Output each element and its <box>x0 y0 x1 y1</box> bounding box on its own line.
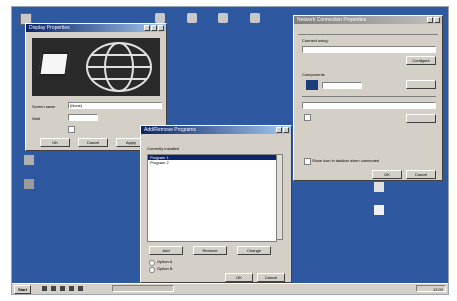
system-tray: 12:00 <box>416 285 446 292</box>
close-icon[interactable] <box>158 25 164 31</box>
ok-button[interactable]: OK <box>225 273 253 282</box>
close-icon[interactable] <box>434 17 440 23</box>
separator <box>302 96 436 97</box>
components-field[interactable] <box>322 82 362 89</box>
globe-icon <box>86 42 152 92</box>
label-wait: Wait <box>32 116 40 121</box>
quick-launch-icon-5[interactable] <box>78 286 83 291</box>
window-controls[interactable] <box>276 127 289 133</box>
window-title: Network Connection Properties <box>297 17 367 23</box>
ok-button[interactable]: OK <box>40 138 70 147</box>
configure-button[interactable]: Configure <box>406 56 436 65</box>
option-a-label: Option A <box>157 259 173 264</box>
window-controls[interactable] <box>427 17 440 23</box>
quick-launch-icon-2[interactable] <box>51 286 56 291</box>
window-title-bar[interactable]: Add/Remove Programs <box>141 126 291 134</box>
ok-button[interactable]: OK <box>372 170 402 179</box>
list-header: Currently installed <box>147 146 180 151</box>
quick-launch <box>42 286 98 292</box>
wait-field[interactable] <box>68 114 98 121</box>
window-title-bar[interactable]: Network Connection Properties <box>294 16 442 24</box>
label-screensaver: Screen saver <box>32 104 56 109</box>
radio-1[interactable] <box>149 260 155 266</box>
help-icon[interactable] <box>427 17 433 23</box>
screen: Display Properties Screen saver (None) W… <box>11 6 449 295</box>
close-icon[interactable] <box>283 127 289 133</box>
cancel-button[interactable]: Cancel <box>257 273 285 282</box>
add-button[interactable]: Add <box>149 246 183 255</box>
quick-launch-icon-1[interactable] <box>42 286 47 291</box>
taskbar-checkbox-label: Show icon in taskbar when connected <box>312 158 380 163</box>
desktop-icon-2[interactable] <box>155 13 165 23</box>
window-controls[interactable] <box>144 25 164 31</box>
remove-button[interactable]: Remove <box>193 246 227 255</box>
components-label: Components <box>302 72 325 77</box>
help-icon[interactable] <box>276 127 282 133</box>
taskbar-task[interactable] <box>112 285 174 292</box>
radio-2[interactable] <box>149 267 155 273</box>
preview-panel <box>32 38 160 96</box>
desktop-icon-5[interactable] <box>250 13 260 23</box>
network-icon <box>306 80 318 90</box>
checkbox-1[interactable] <box>304 114 311 121</box>
maximize-icon[interactable] <box>151 25 157 31</box>
list-item[interactable]: Program 2 <box>148 160 276 165</box>
desktop-icon-9[interactable] <box>374 205 384 215</box>
window-add-remove: Add/Remove Programs Currently installed … <box>140 125 292 283</box>
window-network-properties: Network Connection Properties Connect us… <box>293 15 443 181</box>
window-title-bar[interactable]: Display Properties <box>26 24 166 32</box>
desktop-icon-3[interactable] <box>187 13 197 23</box>
list-scrollbar[interactable] <box>276 154 283 240</box>
desktop-icon-6[interactable] <box>24 155 34 165</box>
taskbar: Start 12:00 <box>12 283 448 294</box>
monitor-icon <box>38 52 70 76</box>
window-title: Display Properties <box>29 25 70 31</box>
desktop-icon-8[interactable] <box>374 182 384 192</box>
install-button[interactable] <box>406 80 436 89</box>
window-title: Add/Remove Programs <box>144 127 196 133</box>
minimize-icon[interactable] <box>144 25 150 31</box>
properties-button[interactable] <box>406 114 436 123</box>
cancel-button[interactable]: Cancel <box>78 138 108 147</box>
quick-launch-icon-4[interactable] <box>69 286 74 291</box>
desktop-icon-4[interactable] <box>218 13 228 23</box>
desktop-icon-7[interactable] <box>24 179 34 189</box>
change-button[interactable]: Change <box>237 246 271 255</box>
settings-checkbox[interactable] <box>68 126 75 133</box>
connect-using-label: Connect using: <box>302 38 329 43</box>
quick-launch-icon-3[interactable] <box>60 286 65 291</box>
clock: 12:00 <box>432 287 443 292</box>
description-field[interactable] <box>302 102 436 109</box>
start-button[interactable]: Start <box>14 285 32 294</box>
cancel-button[interactable]: Cancel <box>406 170 436 179</box>
adapter-field[interactable] <box>302 46 436 53</box>
screensaver-select[interactable]: (None) <box>68 102 162 109</box>
tab-strip <box>298 28 438 35</box>
programs-list[interactable]: Program 1 Program 2 <box>147 154 277 242</box>
option-b-label: Option B <box>157 266 173 271</box>
checkbox-2[interactable] <box>304 158 311 165</box>
